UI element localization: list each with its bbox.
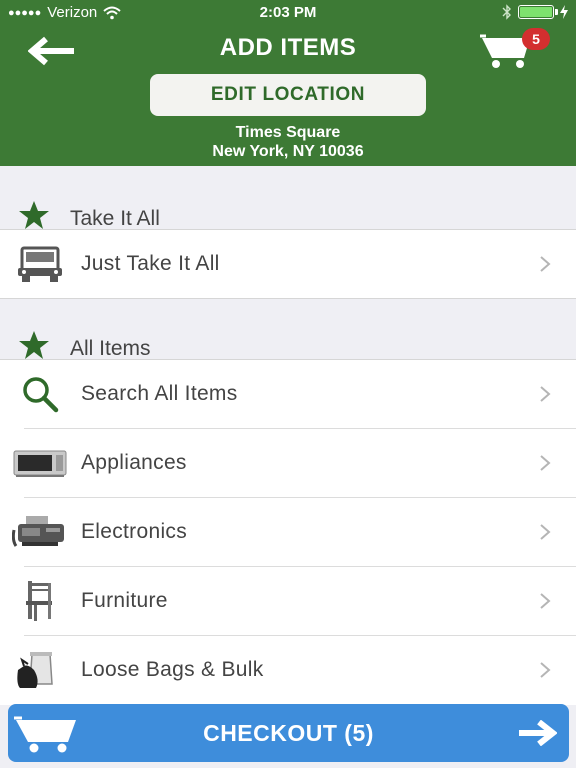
arrow-right-icon bbox=[519, 720, 557, 746]
charging-icon bbox=[560, 5, 568, 19]
section-title: Take It All bbox=[70, 207, 160, 230]
star-icon bbox=[19, 201, 49, 229]
row-label: Electronics bbox=[81, 520, 188, 543]
row-label: Loose Bags & Bulk bbox=[81, 658, 264, 681]
divider bbox=[0, 298, 576, 299]
chevron-right-icon bbox=[540, 386, 551, 402]
battery-icon bbox=[518, 5, 558, 19]
bluetooth-icon bbox=[502, 4, 511, 20]
row-label: Just Take It All bbox=[81, 252, 220, 275]
section-title: All Items bbox=[70, 337, 151, 360]
checkout-label: CHECKOUT (5) bbox=[203, 720, 374, 746]
list-item-appliances[interactable]: Appliances bbox=[0, 429, 576, 498]
row-label: Appliances bbox=[81, 451, 187, 474]
checkout-button[interactable]: CHECKOUT (5) bbox=[8, 704, 569, 762]
truck-icon bbox=[18, 246, 62, 282]
list-item-just-take-it-all[interactable]: Just Take It All bbox=[0, 230, 576, 299]
status-right bbox=[502, 4, 568, 20]
chevron-right-icon bbox=[540, 256, 551, 272]
status-time: 2:03 PM bbox=[259, 4, 317, 21]
edit-location-button[interactable]: EDIT LOCATION bbox=[150, 74, 426, 116]
section-header-all-items: All Items bbox=[0, 330, 576, 360]
search-icon bbox=[23, 377, 59, 413]
header: ADD ITEMS 5 EDIT LOCATION Times Square N… bbox=[0, 24, 576, 166]
location-name: Times Square bbox=[235, 124, 341, 141]
status-bar: ●●●●● Verizon 2:03 PM bbox=[0, 0, 576, 24]
section-header-take-it-all: Take It All bbox=[0, 200, 576, 230]
chevron-right-icon bbox=[540, 455, 551, 471]
list-item-furniture[interactable]: Furniture bbox=[0, 567, 576, 636]
microwave-icon bbox=[13, 450, 67, 477]
row-label: Search All Items bbox=[81, 382, 238, 405]
star-icon bbox=[19, 331, 49, 359]
list-item-loose-bags-bulk[interactable]: Loose Bags & Bulk bbox=[0, 636, 576, 705]
list-item-search-all-items[interactable]: Search All Items bbox=[0, 360, 576, 429]
chevron-right-icon bbox=[540, 662, 551, 678]
row-label: Furniture bbox=[81, 589, 168, 612]
list-item-electronics[interactable]: Electronics bbox=[0, 498, 576, 567]
chair-icon bbox=[26, 581, 52, 621]
cart-count-badge: 5 bbox=[522, 28, 550, 50]
location-address: New York, NY 10036 bbox=[212, 143, 364, 160]
chevron-right-icon bbox=[540, 524, 551, 540]
chevron-right-icon bbox=[540, 593, 551, 609]
fax-machine-icon bbox=[12, 516, 64, 547]
trash-bags-icon bbox=[17, 652, 53, 688]
